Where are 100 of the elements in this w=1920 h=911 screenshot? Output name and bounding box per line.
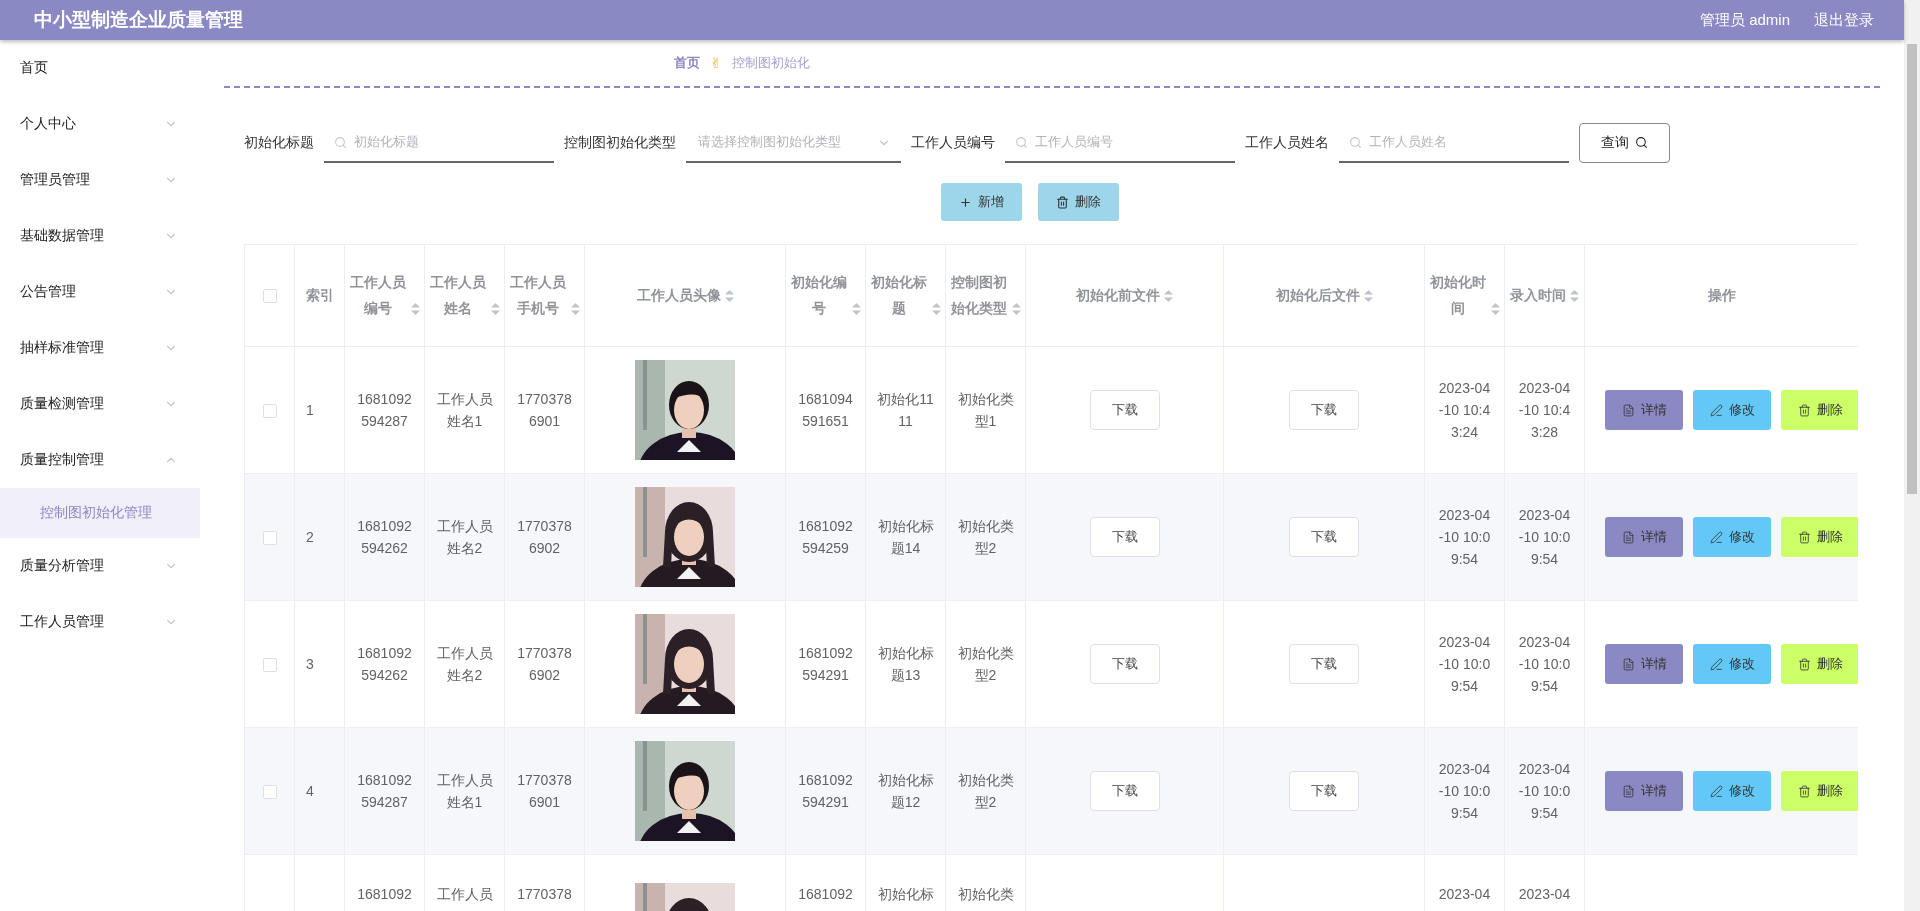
table-cell: 工作人员姓名1 [424, 727, 505, 855]
detail-button[interactable]: 详情 [1605, 390, 1683, 430]
document-icon [1621, 784, 1635, 798]
delete-button[interactable]: 删除 [1781, 644, 1858, 684]
column-header: 操作 [1707, 286, 1736, 305]
app-title: 中小型制造企业质量管理 [34, 8, 244, 32]
delete-button[interactable]: 删除 [1037, 183, 1119, 221]
table-cell: 3 [294, 600, 345, 728]
table-cell: 2023-04-10 10:09:54 [1424, 727, 1505, 855]
table-cell: 2023-04-10 10:09:54 [1504, 473, 1585, 601]
menu-item[interactable]: 公告管理 [20, 283, 76, 301]
menu-item[interactable]: 质量检测管理 [20, 395, 104, 413]
column-header: 索引 [306, 286, 334, 305]
sort-icon[interactable] [1491, 302, 1500, 315]
table-cell: 17703786902 [504, 600, 585, 728]
edit-button[interactable]: 修改 [1693, 517, 1771, 557]
document-icon [1621, 530, 1635, 544]
sort-icon[interactable] [1164, 289, 1173, 302]
sort-icon[interactable] [852, 302, 861, 315]
download-button[interactable]: 下载 [1089, 390, 1160, 430]
trash-icon [1797, 657, 1811, 671]
menu-item[interactable]: 基础数据管理 [20, 227, 104, 245]
menu-item[interactable]: 工作人员管理 [20, 613, 104, 631]
table-cell: 1 [294, 346, 345, 474]
edit-button[interactable]: 修改 [1693, 644, 1771, 684]
sort-icon[interactable] [411, 302, 420, 315]
hand-icon: ✌ [710, 55, 722, 71]
checkbox[interactable] [262, 404, 277, 419]
delete-button[interactable]: 删除 [1781, 517, 1858, 557]
menu-item[interactable]: 抽样标准管理 [20, 339, 104, 357]
download-button[interactable]: 下载 [1289, 390, 1359, 430]
detail-button[interactable]: 详情 [1605, 517, 1683, 557]
table-cell: 17703786901 [504, 346, 585, 474]
trash-icon [1797, 784, 1811, 798]
column-header: 工作人员头像 [636, 286, 721, 305]
document-icon [1621, 403, 1635, 417]
menu-item[interactable]: 质量控制管理 [20, 451, 104, 469]
menu-item[interactable]: 质量分析管理 [20, 557, 104, 575]
sort-icon[interactable] [1570, 289, 1579, 302]
checkbox[interactable] [262, 785, 277, 800]
column-header: 工作人员手机号 [509, 273, 567, 318]
plus-icon [958, 195, 972, 209]
column-header: 工作人员编号 [349, 273, 407, 318]
download-button[interactable]: 下载 [1089, 517, 1160, 557]
table-cell: 初始化类型1 [945, 346, 1026, 474]
download-button[interactable]: 下载 [1289, 517, 1359, 557]
table-cell: 初始化标题13 [865, 600, 946, 728]
table-cell: 2023-04-10 10:43:28 [1504, 346, 1585, 474]
add-button[interactable]: 新增 [940, 183, 1022, 221]
delete-button[interactable]: 删除 [1781, 390, 1858, 430]
checkbox[interactable] [262, 288, 277, 303]
checkbox[interactable] [262, 531, 277, 546]
download-button[interactable]: 下载 [1289, 771, 1359, 811]
column-header: 初始化编号 [790, 273, 848, 318]
detail-button[interactable]: 详情 [1605, 644, 1683, 684]
edit-button[interactable]: 修改 [1693, 771, 1771, 811]
trash-icon [1797, 530, 1811, 544]
field-label: 工作人员编号 [911, 133, 995, 152]
table-cell: 1681092594291 [785, 727, 866, 855]
table-cell: 1681092594262 [344, 600, 425, 728]
table-cell: 工作人员姓名2 [424, 473, 505, 601]
table-cell: 2023-04-10 10:09:54 [1504, 727, 1585, 855]
detail-button[interactable]: 详情 [1605, 771, 1683, 811]
table-cell: 2023-04-10 10:09:54 [1424, 473, 1505, 601]
table-cell: 初始化1111 [865, 346, 946, 474]
download-button[interactable]: 下载 [1089, 771, 1160, 811]
edit-button[interactable]: 修改 [1693, 390, 1771, 430]
table-cell: 工作人员姓名2 [424, 600, 505, 728]
field-label: 控制图初始化类型 [564, 133, 676, 152]
table-cell: 2023-04-10 10:09:54 [1424, 600, 1505, 728]
column-header: 工作人员姓名 [429, 273, 487, 318]
sort-icon[interactable] [491, 302, 500, 315]
trash-icon [1797, 403, 1811, 417]
table-cell: 初始化类型2 [945, 473, 1026, 601]
column-header: 初始化后文件 [1275, 286, 1360, 305]
menu-item[interactable]: 个人中心 [20, 115, 76, 133]
column-header: 录入时间 [1510, 286, 1566, 305]
checkbox[interactable] [262, 658, 277, 673]
download-button[interactable]: 下载 [1089, 644, 1160, 684]
sort-icon[interactable] [932, 302, 941, 315]
table-cell: 初始化标题14 [865, 473, 946, 601]
search-icon [334, 135, 347, 149]
table-cell: 1681094591651 [785, 346, 866, 474]
delete-button[interactable]: 删除 [1781, 771, 1858, 811]
sort-icon[interactable] [724, 289, 734, 302]
table-cell: 初始化类型2 [945, 727, 1026, 855]
table-cell: 2023-04-10 10:43:24 [1424, 346, 1505, 474]
table-cell: 1681092594262 [344, 473, 425, 601]
scrollbar[interactable] [1904, 0, 1920, 911]
table-cell: 2 [294, 473, 345, 601]
table-cell: 初始化标题12 [865, 727, 946, 855]
table-cell: 4 [294, 727, 345, 855]
sort-icon[interactable] [571, 302, 580, 315]
menu-item[interactable]: 首页 [20, 59, 48, 77]
sort-icon[interactable] [1012, 302, 1021, 315]
sort-icon[interactable] [1363, 289, 1373, 302]
menu-item[interactable]: 管理员管理 [20, 171, 90, 189]
query-button[interactable]: 查询 [1579, 122, 1670, 163]
table-cell: 1681092594259 [785, 473, 866, 601]
download-button[interactable]: 下载 [1289, 644, 1359, 684]
